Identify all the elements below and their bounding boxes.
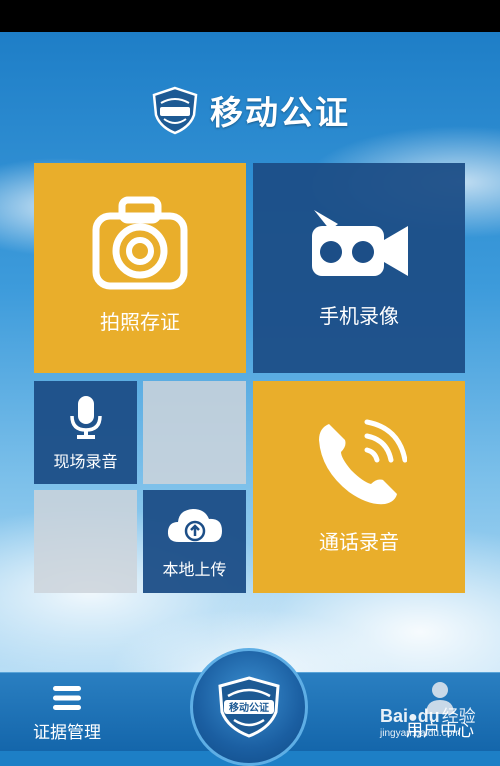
menu-icon bbox=[53, 686, 81, 710]
evidence-management-nav[interactable]: 证据管理 bbox=[22, 684, 112, 744]
microphone-icon bbox=[69, 395, 102, 439]
field-recording-label: 现场录音 bbox=[53, 451, 118, 471]
local-upload-label: 本地上传 bbox=[162, 559, 227, 579]
photo-evidence-label: 拍照存证 bbox=[100, 309, 180, 334]
center-home-button[interactable]: 移动公证 bbox=[190, 648, 308, 766]
call-recording-label: 通话录音 bbox=[319, 529, 399, 554]
phone-video-tile[interactable]: 手机录像 bbox=[253, 163, 465, 373]
cloud-upload-icon bbox=[167, 508, 222, 542]
empty-tile-2 bbox=[34, 490, 137, 593]
photo-evidence-tile[interactable]: 拍照存证 bbox=[34, 163, 246, 373]
field-recording-tile[interactable]: 现场录音 bbox=[34, 381, 137, 484]
call-recording-tile[interactable]: 通话录音 bbox=[253, 381, 465, 593]
video-camera-icon bbox=[312, 209, 408, 276]
watermark-brand: Bai bbox=[380, 706, 409, 726]
baidu-watermark: Bai●du 经验 jingyan.baidu.com bbox=[380, 702, 498, 748]
app-header: 移动公证 bbox=[0, 80, 500, 140]
empty-tile-1 bbox=[143, 381, 246, 484]
phone-icon bbox=[319, 419, 407, 504]
logo-text: 移动公证 bbox=[229, 701, 269, 714]
app-title: 移动公证 bbox=[210, 93, 350, 132]
local-upload-tile[interactable]: 本地上传 bbox=[143, 490, 246, 593]
phone-video-label: 手机录像 bbox=[319, 303, 399, 328]
watermark-product: 经验 bbox=[441, 707, 476, 726]
baidu-paw-icon: ● bbox=[408, 709, 418, 726]
watermark-brand-suffix: du bbox=[417, 706, 440, 726]
shield-logo-icon bbox=[152, 86, 198, 135]
watermark-url: jingyan.baidu.com bbox=[380, 728, 461, 739]
shield-logo-icon: 移动公证 bbox=[218, 676, 280, 738]
evidence-management-label: 证据管理 bbox=[33, 723, 101, 743]
camera-icon bbox=[92, 196, 188, 289]
status-bar bbox=[0, 0, 500, 32]
